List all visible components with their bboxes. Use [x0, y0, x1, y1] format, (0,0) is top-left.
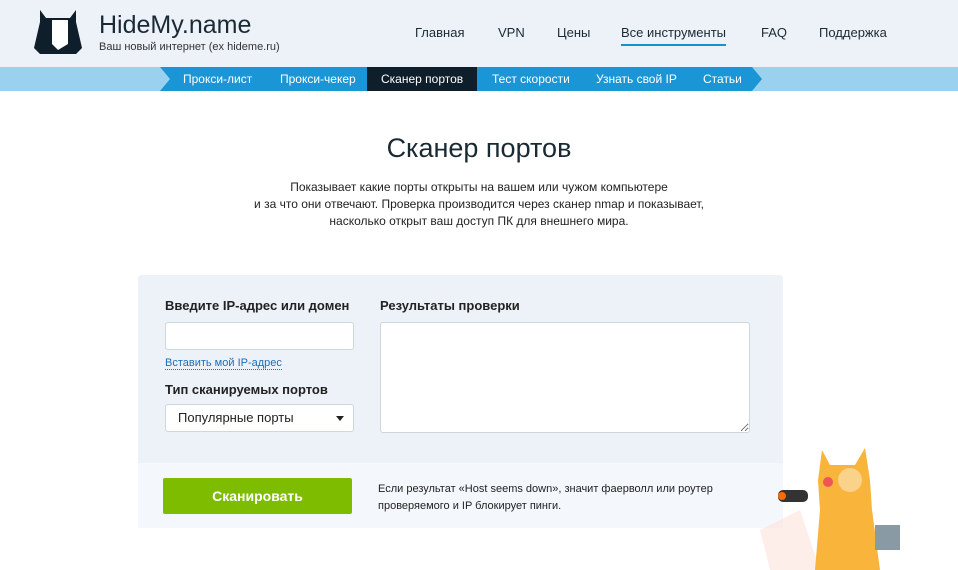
desc-line: насколько открыт ваш доступ ПК для внешн… — [329, 214, 629, 228]
results-textarea[interactable] — [380, 322, 750, 433]
nav-all-tools[interactable]: Все инструменты — [621, 25, 726, 46]
header: HideMy.name Ваш новый интернет (ex hidem… — [0, 0, 958, 67]
nav-home[interactable]: Главная — [415, 25, 464, 40]
subnav-my-ip[interactable]: Узнать свой IP — [596, 67, 677, 91]
sub-nav: Прокси-лист Прокси-чекер Сканер портов Т… — [0, 67, 958, 91]
port-type-label: Тип сканируемых портов — [165, 382, 328, 397]
subnav-proxy-checker[interactable]: Прокси-чекер — [280, 67, 356, 91]
subnav-proxy-list[interactable]: Прокси-лист — [183, 67, 252, 91]
cat-mascot-icon — [760, 448, 900, 570]
scan-button[interactable]: Сканировать — [163, 478, 352, 514]
host-down-note: Если результат «Host seems down», значит… — [378, 483, 713, 512]
ip-input[interactable] — [165, 322, 354, 350]
page-description: Показывает какие порты открыты на вашем … — [0, 179, 958, 230]
brand-name[interactable]: HideMy.name — [99, 11, 251, 40]
nav-faq[interactable]: FAQ — [761, 25, 787, 40]
nav-support[interactable]: Поддержка — [819, 25, 887, 40]
logo-icon[interactable] — [32, 8, 84, 56]
subnav-speed-test[interactable]: Тест скорости — [492, 67, 570, 91]
subnav-port-scanner[interactable]: Сканер портов — [367, 67, 478, 91]
chevron-down-icon — [336, 416, 344, 421]
port-type-select[interactable]: Популярные порты — [165, 404, 354, 432]
tagline: Ваш новый интернет (ex hideme.ru) — [99, 41, 280, 53]
port-type-value: Популярные порты — [178, 410, 294, 425]
nav-vpn[interactable]: VPN — [498, 25, 525, 40]
desc-line: и за что они отвечают. Проверка производ… — [254, 197, 704, 211]
nav-prices[interactable]: Цены — [557, 25, 590, 40]
page-title: Сканер портов — [386, 133, 572, 163]
ip-label: Введите IP-адрес или домен — [165, 298, 350, 313]
results-label: Результаты проверки — [380, 298, 520, 313]
insert-my-ip-link[interactable]: Вставить мой IP-адрес — [165, 357, 282, 370]
desc-line: Показывает какие порты открыты на вашем … — [290, 180, 668, 194]
subnav-articles[interactable]: Статьи — [703, 67, 742, 91]
